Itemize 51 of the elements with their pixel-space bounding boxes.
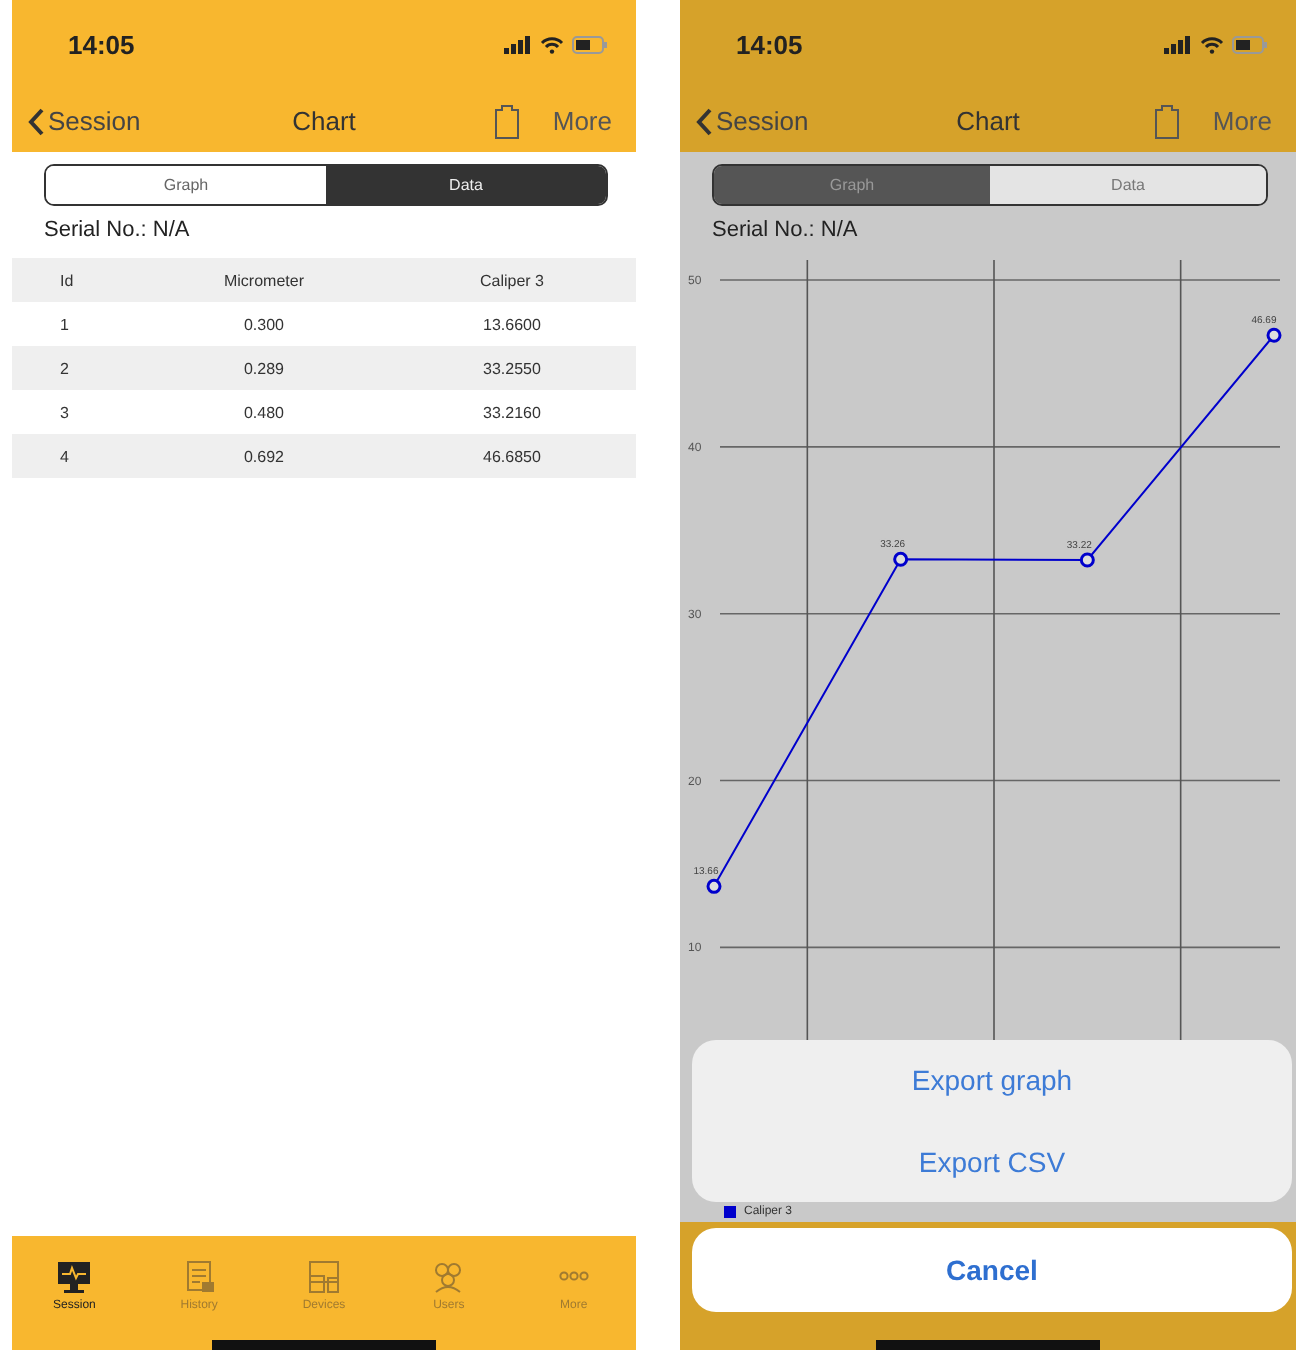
table-cell-text: 4	[58, 447, 71, 465]
data-point	[893, 551, 909, 567]
clipboard-icon[interactable]	[1154, 103, 1181, 139]
table-cell-text: 0.692	[241, 447, 287, 465]
status-time: 14:05	[736, 30, 803, 60]
table-cell-text: 2	[58, 359, 71, 377]
table-cell-text: 0.289	[241, 359, 287, 377]
chevron-left-icon	[28, 107, 44, 135]
data-point	[1266, 327, 1282, 343]
legend-swatch	[724, 1205, 736, 1217]
monitor-icon	[58, 1262, 91, 1293]
screen-title: Chart	[956, 106, 1020, 136]
column-header: Id	[58, 271, 76, 289]
serial-number: Serial No.: N/A	[44, 218, 192, 246]
table-cell-text: 0.300	[241, 315, 287, 333]
signal-icon	[504, 36, 532, 54]
table-cell-text: 33.2550	[481, 359, 543, 377]
clipboard-icon[interactable]	[494, 103, 521, 139]
table-cell-text: 46.6850	[481, 447, 543, 465]
table-cell-text: 13.6600	[481, 315, 543, 333]
segment-tab[interactable]: Data	[326, 166, 606, 204]
table-cell-text: 1	[58, 315, 71, 333]
chevron-left-icon	[696, 107, 712, 135]
action-button[interactable]: Export CSV	[692, 1121, 1292, 1202]
ellipsis-icon	[559, 1271, 589, 1281]
signal-icon	[1164, 36, 1192, 54]
more-button[interactable]: More	[1212, 106, 1272, 136]
users-icon	[435, 1263, 462, 1293]
serial-number: Serial No.: N/A	[712, 218, 860, 246]
back-button[interactable]: Session	[28, 106, 141, 136]
column-header: Caliper 3	[477, 271, 546, 289]
table-cell-text: 33.2160	[481, 403, 543, 421]
document-icon	[186, 1261, 214, 1292]
table-cell-text: 0.480	[241, 403, 287, 421]
status-time: 14:05	[68, 30, 135, 60]
column-header: Micrometer	[221, 271, 306, 289]
more-button[interactable]: More	[552, 106, 612, 136]
action-button[interactable]: Export graph	[692, 1040, 1292, 1121]
data-point	[1079, 552, 1095, 568]
segment-tab[interactable]: Data	[990, 166, 1266, 204]
screen-title: Chart	[292, 106, 356, 136]
battery-icon	[572, 36, 608, 54]
table-cell-text: 3	[58, 403, 71, 421]
wifi-icon	[1200, 36, 1224, 54]
battery-icon	[1232, 36, 1268, 54]
devices-icon	[309, 1261, 340, 1293]
wifi-icon	[540, 36, 564, 54]
data-point	[706, 878, 722, 894]
segment-tab[interactable]: Graph	[714, 166, 990, 204]
cancel-button[interactable]: Cancel	[692, 1228, 1292, 1312]
back-button[interactable]: Session	[696, 106, 809, 136]
